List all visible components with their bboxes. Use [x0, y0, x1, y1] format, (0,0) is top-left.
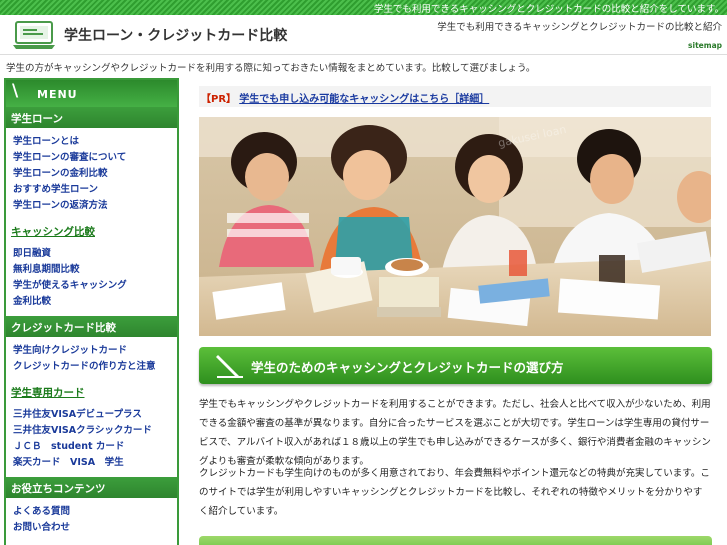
sidebar-link[interactable]: 学生ローンの返済方法 [13, 198, 177, 214]
sidebar-link[interactable]: 三井住友VISAクラシックカード [13, 423, 177, 439]
sidebar-menu: \ MENU 学生ローン 学生ローンとは 学生ローンの審査について 学生ローンの金利比… [4, 78, 179, 545]
sidebar-link[interactable]: クレジットカードの作り方と注意 [13, 359, 177, 375]
sidebar-section-title[interactable]: 学生専用カード [6, 381, 177, 401]
sidebar-link[interactable]: 楽天カード VISA 学生 [13, 455, 177, 471]
pr-bar: 【PR】 学生でも申し込み可能なキャッシングはこちら［詳細］ [199, 86, 711, 107]
sidebar-link-list: 即日融資 無利息期間比較 学生が使えるキャッシング 金利比較 [6, 240, 177, 316]
sidebar-link[interactable]: よくある質問 [13, 504, 177, 520]
top-banner: 学生でも利用できるキャッシングとクレジットカードの比較と紹介をしています。 [0, 0, 727, 15]
students-photo: gakusei loan [199, 117, 711, 336]
pr-link[interactable]: 学生でも申し込み可能なキャッシングはこちら［詳細］ [239, 94, 489, 105]
sidebar-section-title: 学生ローン [6, 107, 177, 128]
menu-header: \ MENU [6, 80, 177, 107]
pr-tag: 【PR】 [201, 94, 237, 105]
intro-text: 学生の方がキャッシングやクレジットカードを利用する際に知っておきたい情報をまとめ… [6, 63, 536, 74]
pen-icon: \ [12, 81, 19, 101]
sidebar-link[interactable]: お問い合わせ [13, 520, 177, 536]
sidebar-link[interactable]: おすすめ学生ローン [13, 182, 177, 198]
sidebar-link[interactable]: 学生向けクレジットカード [13, 343, 177, 359]
paragraph-2: クレジットカードも学生向けのものが多く用意されており、年会費無料やポイント還元な… [199, 468, 710, 517]
section-heading: 学生のためのキャッシングとクレジットカードの選び方 [199, 347, 712, 384]
sidebar-link-list: 学生ローンとは 学生ローンの審査について 学生ローンの金利比較 おすすめ学生ローン 学生… [6, 128, 177, 220]
paragraph-1: 学生でもキャッシングやクレジットカードを利用することができます。ただし、社会人と… [199, 399, 711, 467]
section-heading-text: 学生のためのキャッシングとクレジットカードの選び方 [251, 360, 564, 375]
sidebar-section-title[interactable]: キャッシング比較 [6, 220, 177, 240]
sidebar-link[interactable]: 金利比較 [13, 294, 177, 310]
sidebar-link[interactable]: 学生ローンとは [13, 134, 177, 150]
pen-icon [216, 355, 243, 378]
sidebar-link[interactable]: 三井住友VISAデビュープラス [13, 407, 177, 423]
sidebar-link[interactable]: 即日融資 [13, 246, 177, 262]
sidebar-link[interactable]: ＪＣＢ student カード [13, 439, 177, 455]
laptop-icon[interactable] [12, 20, 56, 50]
sidebar-section-title: クレジットカード比較 [6, 316, 177, 337]
sidebar-section-title: お役立ちコンテンツ [6, 477, 177, 498]
header-divider [0, 54, 727, 55]
sitemap-link[interactable]: sitemap [688, 41, 722, 50]
sidebar-link[interactable]: 学生ローンの審査について [13, 150, 177, 166]
top-tagline: 学生でも利用できるキャッシングとクレジットカードの比較と紹介をしています。 [373, 4, 724, 15]
sidebar-link-list: 三井住友VISAデビュープラス 三井住友VISAクラシックカード ＪＣＢ stude… [6, 401, 177, 477]
next-section-heading [199, 536, 712, 545]
sidebar-link-list: よくある質問 お問い合わせ [6, 498, 177, 542]
menu-label: MENU [37, 88, 78, 101]
sidebar-sections: 学生ローン 学生ローンとは 学生ローンの審査について 学生ローンの金利比較 おすすめ学生… [6, 107, 177, 542]
sidebar-link[interactable]: 無利息期間比較 [13, 262, 177, 278]
site-title[interactable]: 学生ローン・クレジットカード比較 [64, 25, 287, 45]
sidebar-link-list: 学生向けクレジットカード クレジットカードの作り方と注意 [6, 337, 177, 381]
site-subtitle: 学生でも利用できるキャッシングとクレジットカードの比較と紹介 [437, 22, 722, 33]
sidebar-link[interactable]: 学生が使えるキャッシング [13, 278, 177, 294]
sidebar-link[interactable]: 学生ローンの金利比較 [13, 166, 177, 182]
